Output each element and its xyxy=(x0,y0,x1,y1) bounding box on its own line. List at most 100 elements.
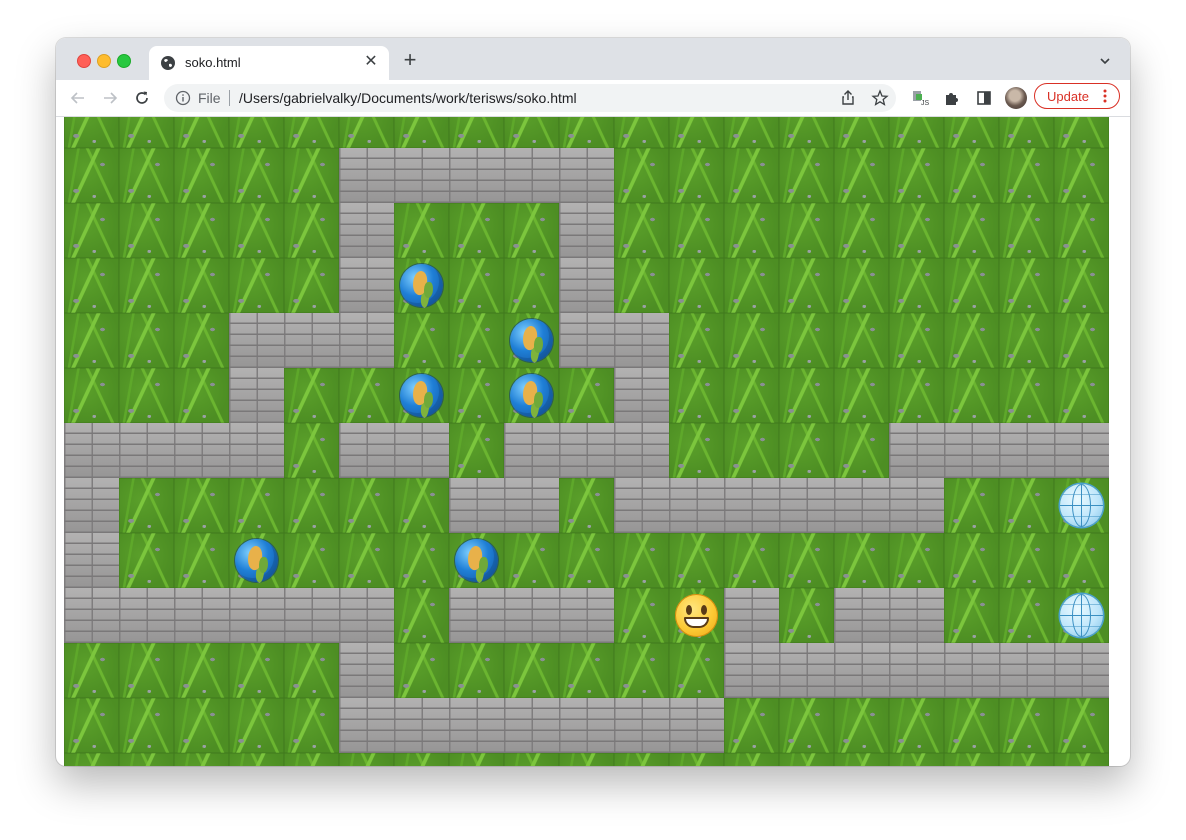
grass-tile xyxy=(944,753,999,766)
bookmark-star-icon[interactable] xyxy=(870,88,890,108)
board-row xyxy=(64,478,1109,533)
back-arrow-icon[interactable] xyxy=(68,88,88,108)
grass-tile xyxy=(64,643,119,698)
grass-tile xyxy=(889,753,944,766)
share-icon[interactable] xyxy=(838,88,858,108)
grass-tile xyxy=(724,117,779,148)
earth-globe-box-icon xyxy=(510,319,553,362)
grass-tile xyxy=(119,368,174,423)
grass-tile xyxy=(64,203,119,258)
tab-close-icon[interactable]: ✕ xyxy=(363,54,379,70)
grass-tile xyxy=(669,423,724,478)
grass-tile xyxy=(1054,313,1109,368)
window-minimize-button[interactable] xyxy=(97,54,111,68)
grass-tile xyxy=(724,203,779,258)
grass-tile xyxy=(669,368,724,423)
grass-tile xyxy=(174,117,229,148)
chevron-down-icon[interactable] xyxy=(1098,54,1112,68)
grass-tile xyxy=(724,258,779,313)
grass-tile xyxy=(834,753,889,766)
grass-tile xyxy=(229,148,284,203)
wall-tile xyxy=(339,698,394,753)
grass-tile xyxy=(724,753,779,766)
grass-tile xyxy=(119,117,174,148)
wall-tile xyxy=(339,148,394,203)
grass-tile xyxy=(944,588,999,643)
grass-tile xyxy=(614,533,669,588)
grass-tile xyxy=(614,203,669,258)
new-tab-button[interactable]: + xyxy=(400,49,420,71)
js-extension-icon[interactable]: JS xyxy=(910,88,930,108)
browser-toolbar: File /Users/gabrielvalky/Documents/work/… xyxy=(56,80,1130,117)
tab-soko[interactable]: soko.html ✕ xyxy=(149,46,389,80)
grass-tile xyxy=(944,258,999,313)
grass-tile xyxy=(174,203,229,258)
wall-tile xyxy=(614,313,669,368)
grass-tile xyxy=(394,643,449,698)
wall-tile xyxy=(999,423,1054,478)
grass-tile xyxy=(174,753,229,766)
side-panel-icon[interactable] xyxy=(974,88,994,108)
wall-tile xyxy=(229,313,284,368)
grass-tile xyxy=(174,258,229,313)
more-vert-icon[interactable] xyxy=(1103,89,1107,103)
address-bar[interactable]: File /Users/gabrielvalky/Documents/work/… xyxy=(164,84,896,112)
grass-tile xyxy=(394,258,449,313)
wall-tile xyxy=(339,588,394,643)
grass-tile xyxy=(504,533,559,588)
grass-tile xyxy=(284,753,339,766)
grass-tile xyxy=(119,753,174,766)
wall-tile xyxy=(64,533,119,588)
earth-globe-box-icon xyxy=(400,374,443,417)
grass-tile xyxy=(889,148,944,203)
player-face-icon[interactable] xyxy=(675,594,718,637)
grass-tile xyxy=(284,258,339,313)
profile-avatar[interactable] xyxy=(1005,87,1027,109)
grass-tile xyxy=(1054,117,1109,148)
wall-tile xyxy=(1054,423,1109,478)
update-label: Update xyxy=(1047,89,1089,104)
reload-icon[interactable] xyxy=(132,88,152,108)
grass-tile xyxy=(889,117,944,148)
grass-tile xyxy=(229,698,284,753)
url-text[interactable]: /Users/gabrielvalky/Documents/work/teris… xyxy=(239,90,577,106)
grass-tile xyxy=(614,753,669,766)
wall-tile xyxy=(669,698,724,753)
grass-tile xyxy=(339,533,394,588)
wall-tile xyxy=(834,643,889,698)
grass-tile xyxy=(284,643,339,698)
extensions-puzzle-icon[interactable] xyxy=(942,88,962,108)
grass-tile xyxy=(449,533,504,588)
forward-arrow-icon[interactable] xyxy=(100,88,120,108)
grass-tile xyxy=(779,753,834,766)
meridian-globe-target-icon xyxy=(1060,484,1103,527)
grass-tile xyxy=(64,313,119,368)
info-icon[interactable] xyxy=(175,90,191,106)
grass-tile xyxy=(669,753,724,766)
grass-tile xyxy=(1054,533,1109,588)
grass-tile xyxy=(394,478,449,533)
window-maximize-button[interactable] xyxy=(117,54,131,68)
wall-tile xyxy=(559,148,614,203)
grass-tile xyxy=(614,643,669,698)
grass-tile xyxy=(284,533,339,588)
grass-tile xyxy=(504,368,559,423)
earth-globe-box-icon xyxy=(235,539,278,582)
board-row xyxy=(64,423,1109,478)
update-button[interactable]: Update xyxy=(1034,83,1120,109)
wall-tile xyxy=(339,203,394,258)
grass-tile xyxy=(614,258,669,313)
grass-tile xyxy=(339,368,394,423)
grass-tile xyxy=(724,533,779,588)
grass-tile xyxy=(779,203,834,258)
board-row xyxy=(64,698,1109,753)
wall-tile xyxy=(1054,643,1109,698)
grass-tile xyxy=(999,313,1054,368)
grass-tile xyxy=(284,698,339,753)
grass-tile xyxy=(229,117,284,148)
wall-tile xyxy=(559,588,614,643)
grass-tile xyxy=(119,478,174,533)
window-close-button[interactable] xyxy=(77,54,91,68)
grass-tile xyxy=(284,148,339,203)
grass-tile xyxy=(669,643,724,698)
